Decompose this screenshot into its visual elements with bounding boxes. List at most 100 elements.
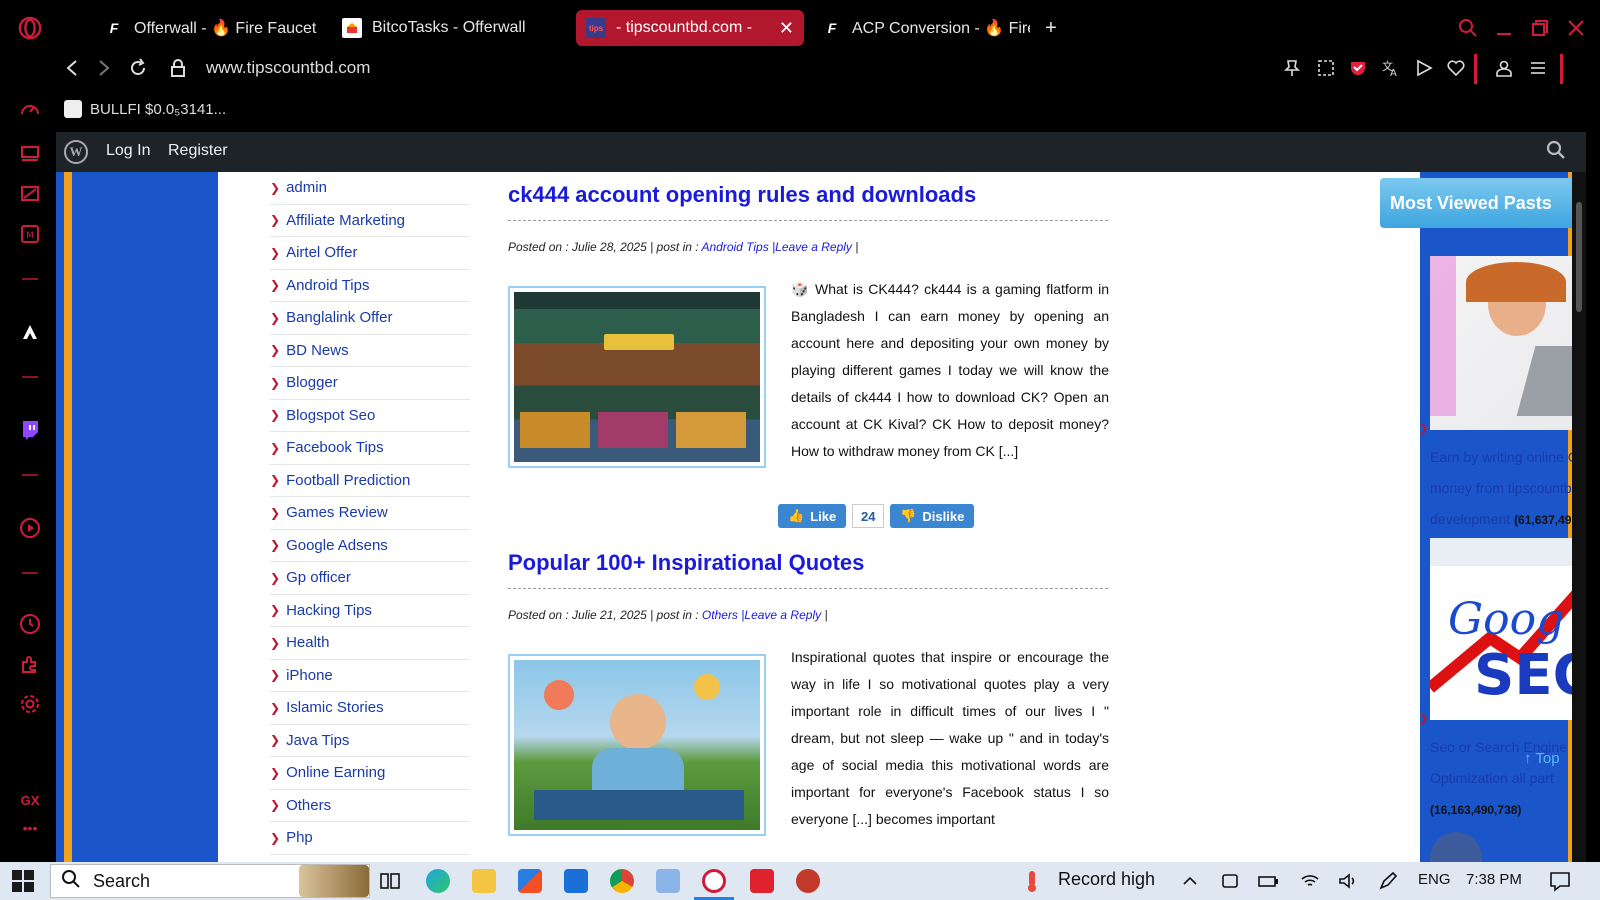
language-indicator[interactable]: ENG [1418,871,1451,888]
speed-dial-icon[interactable] [18,98,42,122]
back-icon[interactable] [60,56,84,80]
app-icon[interactable] [656,869,680,893]
minimize-icon[interactable] [1492,16,1516,40]
login-link[interactable]: Log In [106,142,150,160]
meet-now-icon[interactable] [1218,869,1242,893]
category-item[interactable]: ❯ Airtel Offer [270,237,470,270]
microsoft-store-icon[interactable] [518,869,542,893]
search-tabs-icon[interactable] [1456,16,1480,40]
chrome-icon[interactable] [610,869,634,893]
arc-app-icon[interactable] [18,320,42,344]
category-label[interactable]: Hacking Tips [286,602,372,619]
back-to-top-link[interactable]: ↑ Top [1524,750,1560,767]
mail-icon[interactable] [564,869,588,893]
snapshot-icon[interactable] [1314,56,1338,80]
clock[interactable]: 7:38 PM [1466,871,1522,888]
like-button[interactable]: 👍 Like [778,504,847,528]
volume-icon[interactable] [1336,869,1360,893]
category-label[interactable]: Football Prediction [286,472,410,489]
extensions-icon[interactable] [18,652,42,676]
more-icon[interactable]: ••• [18,816,42,840]
player-icon[interactable] [18,516,42,540]
category-label[interactable]: Gp officer [286,569,351,586]
most-viewed-item-1[interactable]: Earn by writing online Get money from ti… [1430,442,1586,536]
thermometer-icon[interactable] [1022,869,1042,893]
leave-reply-link[interactable]: |Leave a Reply [738,608,821,622]
notifications-icon[interactable] [1548,869,1572,893]
messenger-icon[interactable]: M [18,222,42,246]
wps-pdf-icon[interactable] [796,869,820,893]
category-label[interactable]: Online Earning [286,764,385,781]
taskbar-search-box[interactable]: Search [50,864,370,898]
category-item[interactable]: ❯ BD News [270,335,470,367]
category-item[interactable]: ❯ Affiliate Marketing [270,205,470,237]
post-title-link[interactable]: Popular 100+ Inspirational Quotes [508,550,864,576]
category-label[interactable]: Games Review [286,504,388,521]
forward-icon[interactable] [92,56,116,80]
account-icon[interactable] [1492,56,1516,80]
pin-icon[interactable] [1280,56,1304,80]
easy-setup-menu-icon[interactable] [1526,56,1550,80]
category-item[interactable]: ❯ Facebook Tips [270,432,470,465]
twitch-icon[interactable] [18,418,42,442]
opera-gx-taskbar-icon[interactable] [702,869,726,893]
category-label[interactable]: Banglalink Offer [286,309,392,326]
wps-office-icon[interactable] [750,869,774,893]
category-item[interactable]: ❯ Java Tips [270,725,470,757]
most-viewed-image-2[interactable]: Goog SEO [1430,538,1586,720]
adblock-shield-icon[interactable] [1346,56,1370,80]
show-hidden-icons-chevron-icon[interactable] [1178,869,1202,893]
category-item[interactable]: ❯ Football Prediction [270,465,470,497]
post-category-link[interactable]: Others [702,608,738,622]
category-item[interactable]: ❯ Google Adsens [270,530,470,562]
task-view-icon[interactable] [378,869,402,893]
category-label[interactable]: iPhone [286,667,333,684]
category-item[interactable]: ❯ Islamic Stories [270,692,470,725]
category-item[interactable]: ❯ Health [270,627,470,660]
post-category-link[interactable]: Android Tips [701,240,768,254]
category-label[interactable]: Facebook Tips [286,439,384,456]
category-label[interactable]: admin [286,179,327,196]
category-item[interactable]: ❯ Gp officer [270,562,470,595]
category-item[interactable]: ❯ Blogspot Seo [270,400,470,432]
edge-icon[interactable] [426,869,450,893]
category-label[interactable]: Affiliate Marketing [286,212,405,229]
translate-icon[interactable]: 文A [1378,56,1402,80]
tab-offerwall-fire-faucet[interactable]: F Offerwall - 🔥 Fire Faucet [94,10,322,46]
settings-gear-icon[interactable] [18,692,42,716]
category-label[interactable]: Java Tips [286,732,349,749]
bookmark-bullfi[interactable]: BULLFI $0.0₅3141... [64,100,226,118]
wifi-icon[interactable] [1298,869,1322,893]
category-label[interactable]: Health [286,634,329,651]
post-thumbnail[interactable] [508,286,766,468]
restore-icon[interactable] [1528,16,1552,40]
most-viewed-image-3[interactable] [1430,832,1482,862]
gx-control-icon[interactable] [18,182,42,206]
category-label[interactable]: Android Tips [286,277,369,294]
category-item[interactable]: ❯ Android Tips [270,270,470,302]
wordpress-logo-icon[interactable]: W [64,140,88,164]
category-label[interactable]: Others [286,797,331,814]
tab-acp-conversion[interactable]: F ACP Conversion - 🔥 Fire [812,10,1030,46]
leave-reply-link[interactable]: |Leave a Reply [769,240,852,254]
send-icon[interactable] [1412,56,1436,80]
tab-tipscountbd[interactable]: tips - tipscountbd.com - ✕ [576,10,804,46]
page-scrollbar[interactable] [1572,172,1586,862]
battery-icon[interactable] [1256,869,1280,893]
scrollbar-thumb[interactable] [1576,202,1582,312]
reload-icon[interactable] [126,56,150,80]
most-viewed-image-1[interactable] [1430,256,1586,430]
search-icon[interactable] [1546,140,1566,166]
tab-bitcotasks[interactable]: BitcoTasks - Offerwall [332,10,542,46]
close-tab-icon[interactable]: ✕ [769,18,794,39]
opera-gx-logo-icon[interactable] [18,16,42,40]
most-viewed-item-2[interactable]: Seo or Search Engine Optimization all pa… [1430,732,1586,826]
url-field[interactable]: www.tipscountbd.com [206,56,370,80]
category-item[interactable]: ❯ admin [270,172,470,205]
category-item[interactable]: ❯ iPhone [270,660,470,692]
category-item[interactable]: ❯ Php [270,822,470,855]
category-item[interactable]: ❯ Games Review [270,497,470,530]
dislike-button[interactable]: 👎 Dislike [890,504,975,528]
category-item[interactable]: ❯ Blogger [270,367,470,400]
category-item[interactable]: ❯ Banglalink Offer [270,302,470,335]
